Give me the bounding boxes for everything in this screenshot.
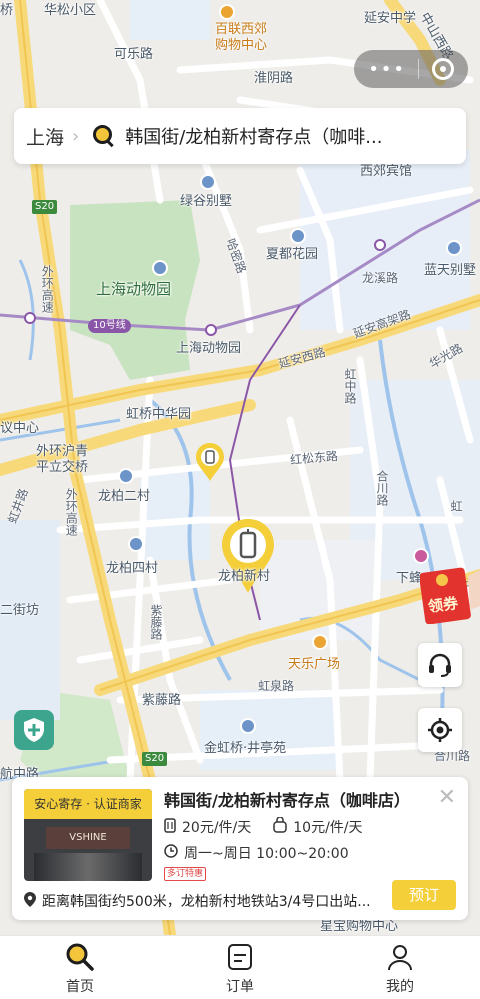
- map-label-longbai4: 龙柏四村: [106, 561, 159, 576]
- close-icon[interactable]: ✕: [438, 787, 456, 809]
- residential-poi-icon: [446, 240, 462, 256]
- map-label-hechuan: 合川路: [375, 470, 389, 506]
- highway-shield-s20-bottom: S20: [142, 752, 168, 766]
- map-label-xinghu: 星宝购物中心: [320, 919, 399, 934]
- map-label-waihuan-gaosu-left: 外环高速: [64, 488, 79, 536]
- store-sign: VSHINE: [46, 827, 130, 849]
- mall-poi-icon: [413, 548, 429, 564]
- price-large-item: 10元/件/天: [293, 820, 363, 836]
- tab-home-label: 首页: [66, 979, 94, 995]
- customer-service-button[interactable]: [418, 643, 462, 687]
- map-label-yi-center: 议中心: [0, 421, 40, 436]
- user-icon: [388, 945, 412, 971]
- verified-merchant-tag: 安心寄存 · 认证商家: [24, 789, 152, 819]
- locate-icon: [428, 718, 452, 742]
- map-label-xijiao-hotel: 西郊宾馆: [360, 164, 413, 179]
- miniprogram-capsule: •••: [354, 50, 468, 88]
- price-row: 20元/件/天 10元/件/天: [164, 816, 363, 837]
- map-label-waihuan-gaosu-top: 外环高速: [40, 265, 55, 313]
- plaza-poi-icon: [312, 634, 328, 650]
- store-title: 韩国街/龙柏新村寄存点（咖啡店）: [164, 791, 410, 810]
- map-label-longbai-new: 龙柏新村: [218, 569, 271, 584]
- map-label-huaiyin: 淮阴路: [254, 71, 294, 86]
- tab-orders-label: 订单: [226, 979, 254, 995]
- close-miniprogram-icon[interactable]: [431, 58, 454, 80]
- bottom-tab-bar: 首页 订单 我的: [0, 935, 480, 999]
- large-bag-icon: [273, 816, 287, 837]
- headset-icon: [429, 653, 451, 677]
- map-label-hongqiao-zhonghua: 虹桥中华园: [126, 407, 192, 422]
- shopping-poi-icon: [219, 4, 235, 20]
- map-label-jiefang: 二街坊: [0, 603, 40, 618]
- residential-poi-icon: [200, 174, 216, 190]
- map-label-xiafeng: 下蜂: [396, 571, 423, 586]
- map-label-qiao: 桥: [0, 3, 14, 18]
- tab-orders[interactable]: 订单: [160, 936, 320, 999]
- map-label-xiadu: 夏都花园: [266, 247, 319, 262]
- map-label-ziteng-road: 紫藤路: [142, 693, 182, 708]
- city-selector[interactable]: 上海: [26, 123, 64, 150]
- capsule-divider: [418, 59, 420, 79]
- storefront-image: [34, 853, 142, 881]
- map-label-zoo-station: 上海动物园: [176, 341, 242, 356]
- map-label-hongzhong: 虹中路: [343, 368, 357, 404]
- map-label-lantian: 蓝天别墅: [424, 263, 477, 278]
- address-row: 距离韩国街约500米，龙柏新村地铁站3/4号口出站...: [24, 891, 371, 911]
- map-label-longbai2: 龙柏二村: [98, 489, 151, 504]
- search-icon: [93, 125, 115, 147]
- chevron-right-icon: ›: [72, 125, 80, 147]
- more-options-icon[interactable]: •••: [368, 59, 406, 80]
- coupon-label: 领券: [426, 593, 460, 616]
- address-text: 距离韩国街约500米，龙柏新村地铁站3/4号口出站...: [42, 894, 371, 910]
- promo-badge: 多订特惠: [164, 867, 207, 881]
- search-icon: [66, 943, 94, 971]
- store-thumbnail: 安心寄存 · 认证商家 VSHINE: [24, 789, 152, 881]
- price-small-item: 20元/件/天: [182, 820, 252, 836]
- coupon-red-packet[interactable]: 领券: [419, 566, 480, 625]
- locate-me-button[interactable]: [418, 708, 462, 752]
- location-pin-icon: [24, 891, 36, 911]
- residential-poi-icon: [240, 718, 256, 734]
- map-label-tianle: 天乐广场: [288, 657, 341, 672]
- residential-poi-icon: [118, 468, 134, 484]
- map-label-huasong: 华松小区: [44, 3, 97, 18]
- tab-profile[interactable]: 我的: [320, 936, 480, 999]
- tab-home[interactable]: 首页: [0, 936, 160, 999]
- order-icon: [228, 944, 252, 970]
- residential-poi-icon: [128, 536, 144, 552]
- store-card[interactable]: 安心寄存 · 认证商家 VSHINE 韩国街/龙柏新村寄存点（咖啡店） ✕ 20…: [12, 777, 468, 920]
- small-locker-icon: [164, 817, 176, 837]
- map-label-jinhongqiao: 金虹桥·井亭苑: [204, 741, 287, 756]
- map-label-yanan-middle: 延安中学: [364, 11, 417, 26]
- highway-shield-s20: S20: [32, 200, 58, 214]
- search-input[interactable]: 韩国街/龙柏新村寄存点（咖啡...: [125, 123, 454, 149]
- insurance-shield-button[interactable]: [14, 710, 54, 750]
- map-label-lvgu: 绿谷别墅: [180, 194, 233, 209]
- tab-profile-label: 我的: [386, 979, 414, 995]
- metro-line-10-badge: 10号线: [88, 319, 131, 333]
- book-button[interactable]: 预订: [392, 880, 456, 910]
- zoo-poi-icon: [152, 260, 168, 276]
- business-hours: 周一~周日 10:00~20:00: [184, 846, 349, 862]
- map-label-zoo: 上海动物园: [96, 280, 172, 298]
- map-label-hongquan: 虹泉路: [258, 679, 295, 693]
- map-label-bailian: 百联西郊 购物中心: [215, 22, 268, 53]
- hours-row: 周一~周日 10:00~20:00: [164, 843, 349, 863]
- map-label-longxi: 龙溪路: [362, 271, 399, 285]
- shield-plus-icon: [24, 718, 44, 742]
- map-label-waihuan-huqing: 外环沪青 平立交桥: [36, 444, 89, 475]
- clock-icon: [164, 844, 178, 862]
- search-bar[interactable]: 上海 › 韩国街/龙柏新村寄存点（咖啡...: [14, 108, 466, 164]
- residential-poi-icon: [290, 228, 306, 244]
- map-label-ziteng-vertical: 紫藤路: [149, 604, 163, 640]
- map-label-kele: 可乐路: [114, 47, 154, 62]
- map-label-hong-side: 虹: [449, 500, 463, 512]
